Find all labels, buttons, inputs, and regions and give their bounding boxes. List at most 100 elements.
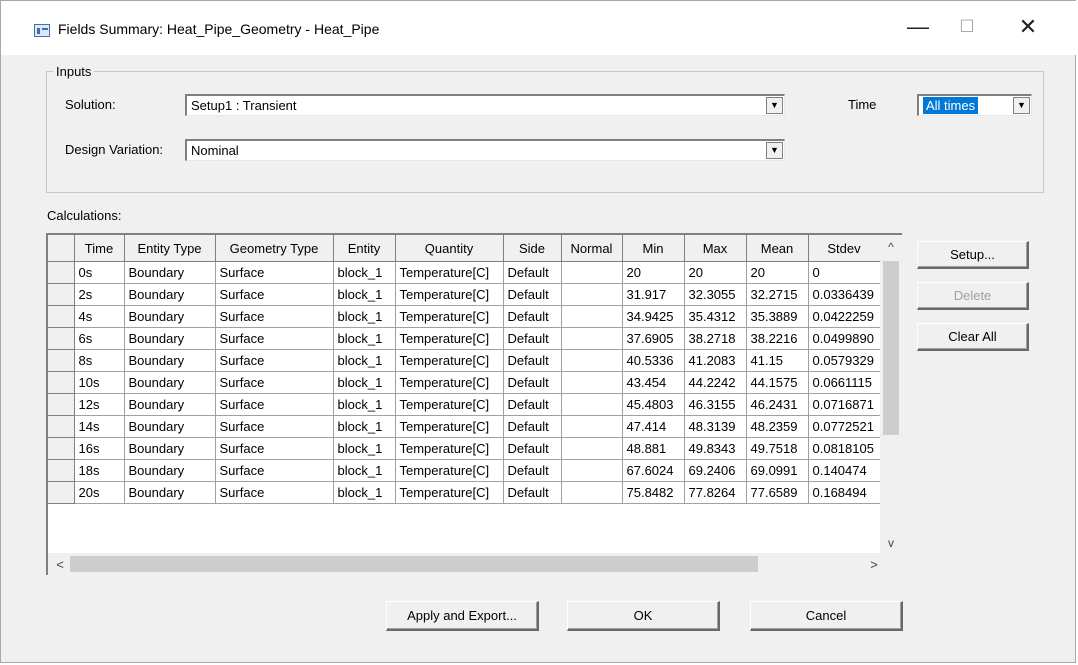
table-cell[interactable]: 0.0818105 xyxy=(808,437,881,460)
table-cell[interactable]: 44.1575 xyxy=(746,371,809,394)
table-cell[interactable]: 6s xyxy=(74,327,125,350)
table-cell[interactable]: 46.2431 xyxy=(746,393,809,416)
table-row[interactable]: 6s Boundary Surface block_1 Temperature[C] De… xyxy=(48,327,881,350)
table-cell[interactable]: 77.8264 xyxy=(684,481,747,504)
design-variation-select[interactable]: Nominal ▼ xyxy=(185,139,785,161)
table-cell[interactable]: Boundary xyxy=(124,261,216,284)
table-cell[interactable]: 41.2083 xyxy=(684,349,747,372)
table-cell[interactable]: Boundary xyxy=(124,349,216,372)
table-cell[interactable]: Surface xyxy=(215,393,334,416)
table-cell[interactable]: Surface xyxy=(215,349,334,372)
table-cell[interactable] xyxy=(561,481,623,504)
table-cell[interactable]: 0.168494 xyxy=(808,481,881,504)
horizontal-scrollbar[interactable]: < > xyxy=(48,553,880,575)
table-cell[interactable]: Default xyxy=(503,371,562,394)
table-cell[interactable]: 0s xyxy=(74,261,125,284)
row-header-cell[interactable] xyxy=(48,459,75,482)
table-cell[interactable]: 0.0579329 xyxy=(808,349,881,372)
column-header[interactable]: Stdev xyxy=(808,235,881,262)
table-cell[interactable] xyxy=(561,283,623,306)
table-cell[interactable]: 32.3055 xyxy=(684,283,747,306)
table-cell[interactable]: Boundary xyxy=(124,415,216,438)
table-cell[interactable] xyxy=(561,393,623,416)
table-cell[interactable]: Boundary xyxy=(124,459,216,482)
table-cell[interactable]: 32.2715 xyxy=(746,283,809,306)
table-cell[interactable]: 20s xyxy=(74,481,125,504)
table-cell[interactable]: block_1 xyxy=(333,305,396,328)
clear-all-button[interactable]: Clear All xyxy=(917,323,1029,351)
table-cell[interactable]: Default xyxy=(503,481,562,504)
table-cell[interactable]: 35.3889 xyxy=(746,305,809,328)
row-header-cell[interactable] xyxy=(48,261,75,284)
table-cell[interactable]: Surface xyxy=(215,481,334,504)
vertical-scroll-thumb[interactable] xyxy=(883,261,899,435)
table-cell[interactable]: 34.9425 xyxy=(622,305,685,328)
table-cell[interactable]: Default xyxy=(503,261,562,284)
table-cell[interactable]: Temperature[C] xyxy=(395,327,504,350)
table-cell[interactable]: 47.414 xyxy=(622,415,685,438)
table-cell[interactable]: Surface xyxy=(215,371,334,394)
table-cell[interactable]: Temperature[C] xyxy=(395,393,504,416)
table-cell[interactable]: 77.6589 xyxy=(746,481,809,504)
table-cell[interactable]: 44.2242 xyxy=(684,371,747,394)
table-cell[interactable]: 48.2359 xyxy=(746,415,809,438)
table-cell[interactable]: Default xyxy=(503,415,562,438)
table-cell[interactable]: Default xyxy=(503,349,562,372)
table-cell[interactable] xyxy=(561,415,623,438)
table-cell[interactable]: block_1 xyxy=(333,283,396,306)
table-cell[interactable]: Surface xyxy=(215,305,334,328)
table-cell[interactable]: 18s xyxy=(74,459,125,482)
table-cell[interactable]: Default xyxy=(503,393,562,416)
table-row[interactable]: 4s Boundary Surface block_1 Temperature[C] De… xyxy=(48,305,881,328)
cancel-button[interactable]: Cancel xyxy=(750,601,903,631)
table-cell[interactable]: block_1 xyxy=(333,437,396,460)
table-cell[interactable]: Surface xyxy=(215,283,334,306)
table-cell[interactable]: 2s xyxy=(74,283,125,306)
table-cell[interactable]: Temperature[C] xyxy=(395,349,504,372)
table-cell[interactable]: Boundary xyxy=(124,283,216,306)
table-cell[interactable]: Boundary xyxy=(124,481,216,504)
table-cell[interactable]: 48.3139 xyxy=(684,415,747,438)
table-cell[interactable]: 75.8482 xyxy=(622,481,685,504)
column-header[interactable]: Entity xyxy=(333,235,396,262)
table-cell[interactable]: Temperature[C] xyxy=(395,261,504,284)
delete-button[interactable]: Delete xyxy=(917,282,1029,310)
row-header-cell[interactable] xyxy=(48,481,75,504)
table-cell[interactable]: 0.0336439 xyxy=(808,283,881,306)
row-header-cell[interactable] xyxy=(48,327,75,350)
column-header[interactable]: Max xyxy=(684,235,747,262)
table-cell[interactable]: Default xyxy=(503,283,562,306)
table-cell[interactable]: Boundary xyxy=(124,393,216,416)
table-cell[interactable]: 0.140474 xyxy=(808,459,881,482)
close-button[interactable]: ✕ xyxy=(1005,9,1051,45)
row-header-cell[interactable] xyxy=(48,437,75,460)
table-cell[interactable]: 43.454 xyxy=(622,371,685,394)
table-cell[interactable]: Temperature[C] xyxy=(395,459,504,482)
table-cell[interactable]: Surface xyxy=(215,415,334,438)
table-cell[interactable]: block_1 xyxy=(333,371,396,394)
table-cell[interactable]: 0 xyxy=(808,261,881,284)
table-cell[interactable]: Temperature[C] xyxy=(395,371,504,394)
table-row[interactable]: 16s Boundary Surface block_1 Temperature[C] D… xyxy=(48,437,881,460)
table-cell[interactable]: Temperature[C] xyxy=(395,283,504,306)
row-header-cell[interactable] xyxy=(48,305,75,328)
calculations-grid[interactable]: Time Entity Type Geometry Type Entity Qu… xyxy=(46,233,902,575)
setup-button[interactable]: Setup... xyxy=(917,241,1029,269)
table-cell[interactable]: Boundary xyxy=(124,437,216,460)
table-cell[interactable]: Temperature[C] xyxy=(395,415,504,438)
table-cell[interactable]: 0.0716871 xyxy=(808,393,881,416)
chevron-down-icon[interactable]: ▼ xyxy=(766,97,783,114)
table-cell[interactable]: 20 xyxy=(684,261,747,284)
table-row[interactable]: 8s Boundary Surface block_1 Temperature[C] De… xyxy=(48,349,881,372)
table-cell[interactable]: Boundary xyxy=(124,327,216,350)
row-header-cell[interactable] xyxy=(48,371,75,394)
table-cell[interactable]: block_1 xyxy=(333,261,396,284)
table-cell[interactable]: Boundary xyxy=(124,371,216,394)
row-header-cell[interactable] xyxy=(48,349,75,372)
table-cell[interactable] xyxy=(561,261,623,284)
table-cell[interactable]: Surface xyxy=(215,327,334,350)
table-cell[interactable]: block_1 xyxy=(333,459,396,482)
table-cell[interactable]: block_1 xyxy=(333,349,396,372)
table-cell[interactable]: 20 xyxy=(746,261,809,284)
table-cell[interactable]: 8s xyxy=(74,349,125,372)
